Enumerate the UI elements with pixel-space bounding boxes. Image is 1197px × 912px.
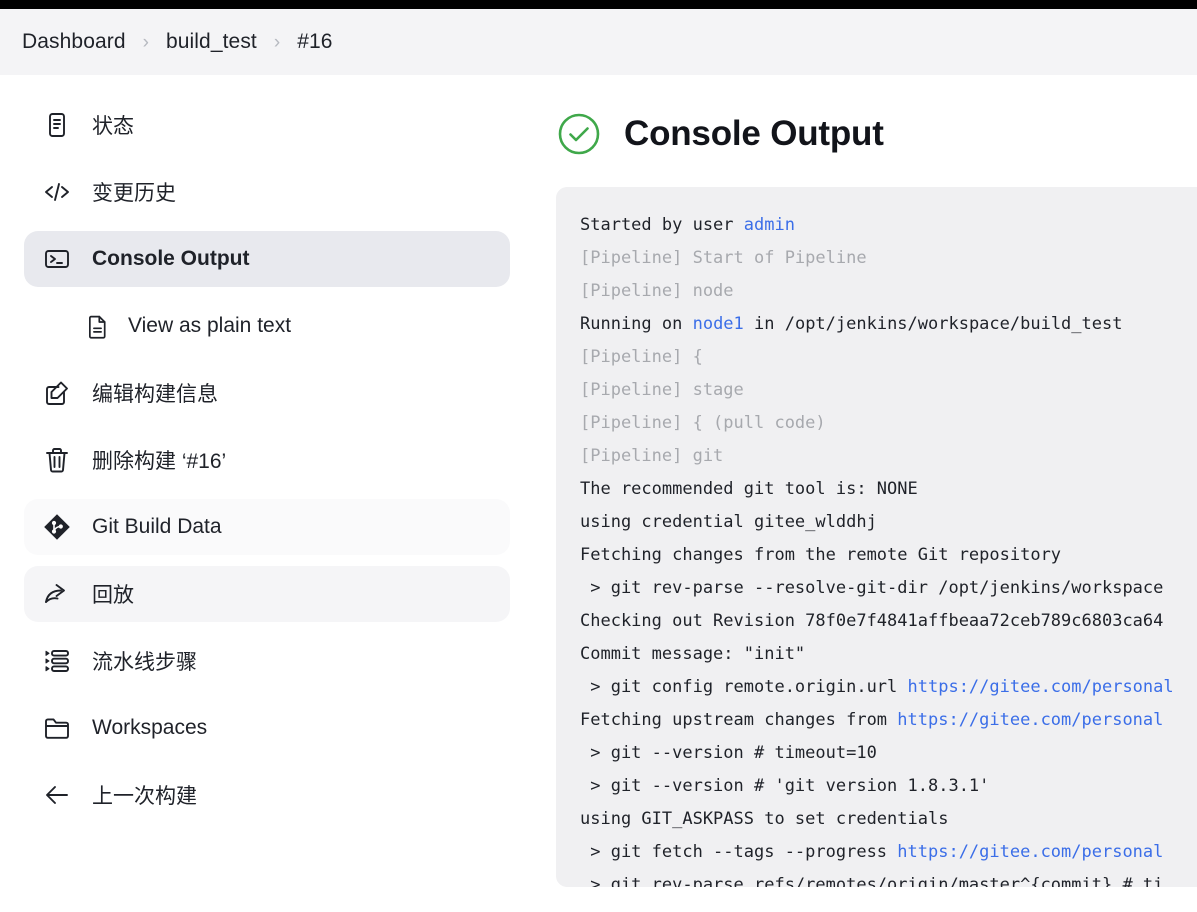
replay-icon <box>40 579 74 609</box>
page-header: Console Output <box>556 97 1197 171</box>
sidebar-item-pipeline-steps[interactable]: 流水线步骤 <box>24 633 510 689</box>
sidebar-item-label: Workspaces <box>92 716 208 739</box>
sidebar-item-changes[interactable]: 变更历史 <box>24 164 510 220</box>
page-title: Console Output <box>624 114 884 153</box>
console-text: > git fetch --tags --progress <box>580 842 898 862</box>
console-text: [Pipeline] node <box>580 281 734 301</box>
sidebar-item-status[interactable]: 状态 <box>24 97 510 153</box>
window-top-bar <box>0 0 1197 9</box>
main-content: Console Output Started by user admin [Pip… <box>530 75 1197 912</box>
console-text: > git rev-parse refs/remotes/origin/mast… <box>580 875 1164 887</box>
arrow-left-icon <box>40 780 74 810</box>
console-link[interactable]: https://gitee.com/personal <box>897 842 1163 862</box>
plain-text-icon <box>82 313 112 340</box>
console-line: [Pipeline] git <box>580 440 1197 473</box>
console-link[interactable]: admin <box>744 215 795 235</box>
console-line: > git rev-parse --resolve-git-dir /opt/j… <box>580 572 1197 605</box>
console-text: Fetching changes from the remote Git rep… <box>580 545 1062 565</box>
console-text: Commit message: "init" <box>580 644 806 664</box>
console-text: > git --version # timeout=10 <box>580 743 877 763</box>
sidebar-item-previous-build[interactable]: 上一次构建 <box>24 767 510 823</box>
console-line: [Pipeline] { (pull code) <box>580 407 1197 440</box>
edit-icon <box>40 378 74 408</box>
document-icon <box>40 110 74 140</box>
console-line: using credential gitee_wlddhj <box>580 506 1197 539</box>
console-line: using GIT_ASKPASS to set credentials <box>580 803 1197 836</box>
console-line: Commit message: "init" <box>580 638 1197 671</box>
sidebar-item-label: Git Build Data <box>92 515 222 538</box>
console-link[interactable]: https://gitee.com/personal <box>897 710 1163 730</box>
console-text: in /opt/jenkins/workspace/build_test <box>743 314 1123 334</box>
console-line: > git rev-parse refs/remotes/origin/mast… <box>580 869 1197 887</box>
sidebar-item-label: Console Output <box>92 247 250 270</box>
code-icon <box>40 177 74 207</box>
console-text: using credential gitee_wlddhj <box>580 512 877 532</box>
sidebar-item-view-plain-text[interactable]: View as plain text <box>24 298 510 354</box>
sidebar-item-label: View as plain text <box>128 314 292 337</box>
breadcrumb-dashboard[interactable]: Dashboard <box>22 30 126 54</box>
sidebar-item-console-output[interactable]: Console Output <box>24 231 510 287</box>
console-line: Fetching changes from the remote Git rep… <box>580 539 1197 572</box>
sidebar-item-edit-build-information[interactable]: 编辑构建信息 <box>24 365 510 421</box>
breadcrumb-separator: › <box>142 31 149 53</box>
console-line: > git --version # timeout=10 <box>580 737 1197 770</box>
console-line: > git fetch --tags --progress https://gi… <box>580 836 1197 869</box>
console-text: > git config remote.origin.url <box>580 677 908 697</box>
sidebar-item-label: 上一次构建 <box>92 785 197 808</box>
console-link[interactable]: node1 <box>693 314 744 334</box>
breadcrumb: Dashboard › build_test › #16 <box>0 9 1197 75</box>
console-text: The recommended git tool is: NONE <box>580 479 918 499</box>
sidebar: 状态变更历史 Console Output View as plain text 编辑… <box>0 75 530 912</box>
folder-icon <box>40 713 74 743</box>
sidebar-item-label: 删除构建 ‘#16’ <box>92 450 227 473</box>
sidebar-item-delete-build[interactable]: 删除构建 ‘#16’ <box>24 432 510 488</box>
success-check-icon <box>556 111 602 157</box>
pipeline-steps-icon <box>40 646 74 676</box>
console-line: > git config remote.origin.url https://g… <box>580 671 1197 704</box>
console-text: Fetching upstream changes from <box>580 710 898 730</box>
trash-icon <box>40 445 74 475</box>
console-text: > git --version # 'git version 1.8.3.1' <box>580 776 990 796</box>
console-text: [Pipeline] { (pull code) <box>580 413 826 433</box>
console-text: [Pipeline] stage <box>580 380 744 400</box>
console-line: [Pipeline] Start of Pipeline <box>580 242 1197 275</box>
console-link[interactable]: https://gitee.com/personal <box>908 677 1174 697</box>
sidebar-item-label: 状态 <box>92 115 134 138</box>
sidebar-item-replay[interactable]: 回放 <box>24 566 510 622</box>
console-line: Started by user admin <box>580 209 1197 242</box>
console-line: Checking out Revision 78f0e7f4841affbeaa… <box>580 605 1197 638</box>
console-line: [Pipeline] stage <box>580 374 1197 407</box>
breadcrumb-build-number[interactable]: #16 <box>297 30 332 54</box>
sidebar-item-label: 变更历史 <box>92 182 176 205</box>
sidebar-item-label: 流水线步骤 <box>92 651 197 674</box>
console-text: using GIT_ASKPASS to set credentials <box>580 809 949 829</box>
console-text: [Pipeline] git <box>580 446 724 466</box>
console-text: > git rev-parse --resolve-git-dir /opt/j… <box>580 578 1164 598</box>
console-text: [Pipeline] Start of Pipeline <box>580 248 867 268</box>
console-text: [Pipeline] { <box>580 347 703 367</box>
git-icon <box>40 512 74 542</box>
console-line: [Pipeline] { <box>580 341 1197 374</box>
breadcrumb-build-test[interactable]: build_test <box>166 30 257 54</box>
sidebar-item-label: 编辑构建信息 <box>92 383 218 406</box>
console-text: Checking out Revision 78f0e7f4841affbeaa… <box>580 611 1164 631</box>
console-line: Running on node1 in /opt/jenkins/workspa… <box>580 308 1197 341</box>
console-line: The recommended git tool is: NONE <box>580 473 1197 506</box>
terminal-icon <box>40 244 74 274</box>
console-line: [Pipeline] node <box>580 275 1197 308</box>
console-text: Running on <box>580 314 693 334</box>
sidebar-item-label: 回放 <box>92 584 134 607</box>
page-body: 状态变更历史 Console Output View as plain text 编辑… <box>0 75 1197 912</box>
sidebar-item-git-build-data[interactable]: Git Build Data <box>24 499 510 555</box>
console-output-panel[interactable]: Started by user admin [Pipeline] Start of… <box>556 187 1197 887</box>
console-text: Started by user <box>580 215 744 235</box>
console-line: Fetching upstream changes from https://g… <box>580 704 1197 737</box>
sidebar-item-workspaces[interactable]: Workspaces <box>24 700 510 756</box>
breadcrumb-separator: › <box>273 31 281 53</box>
console-line: > git --version # 'git version 1.8.3.1' <box>580 770 1197 803</box>
